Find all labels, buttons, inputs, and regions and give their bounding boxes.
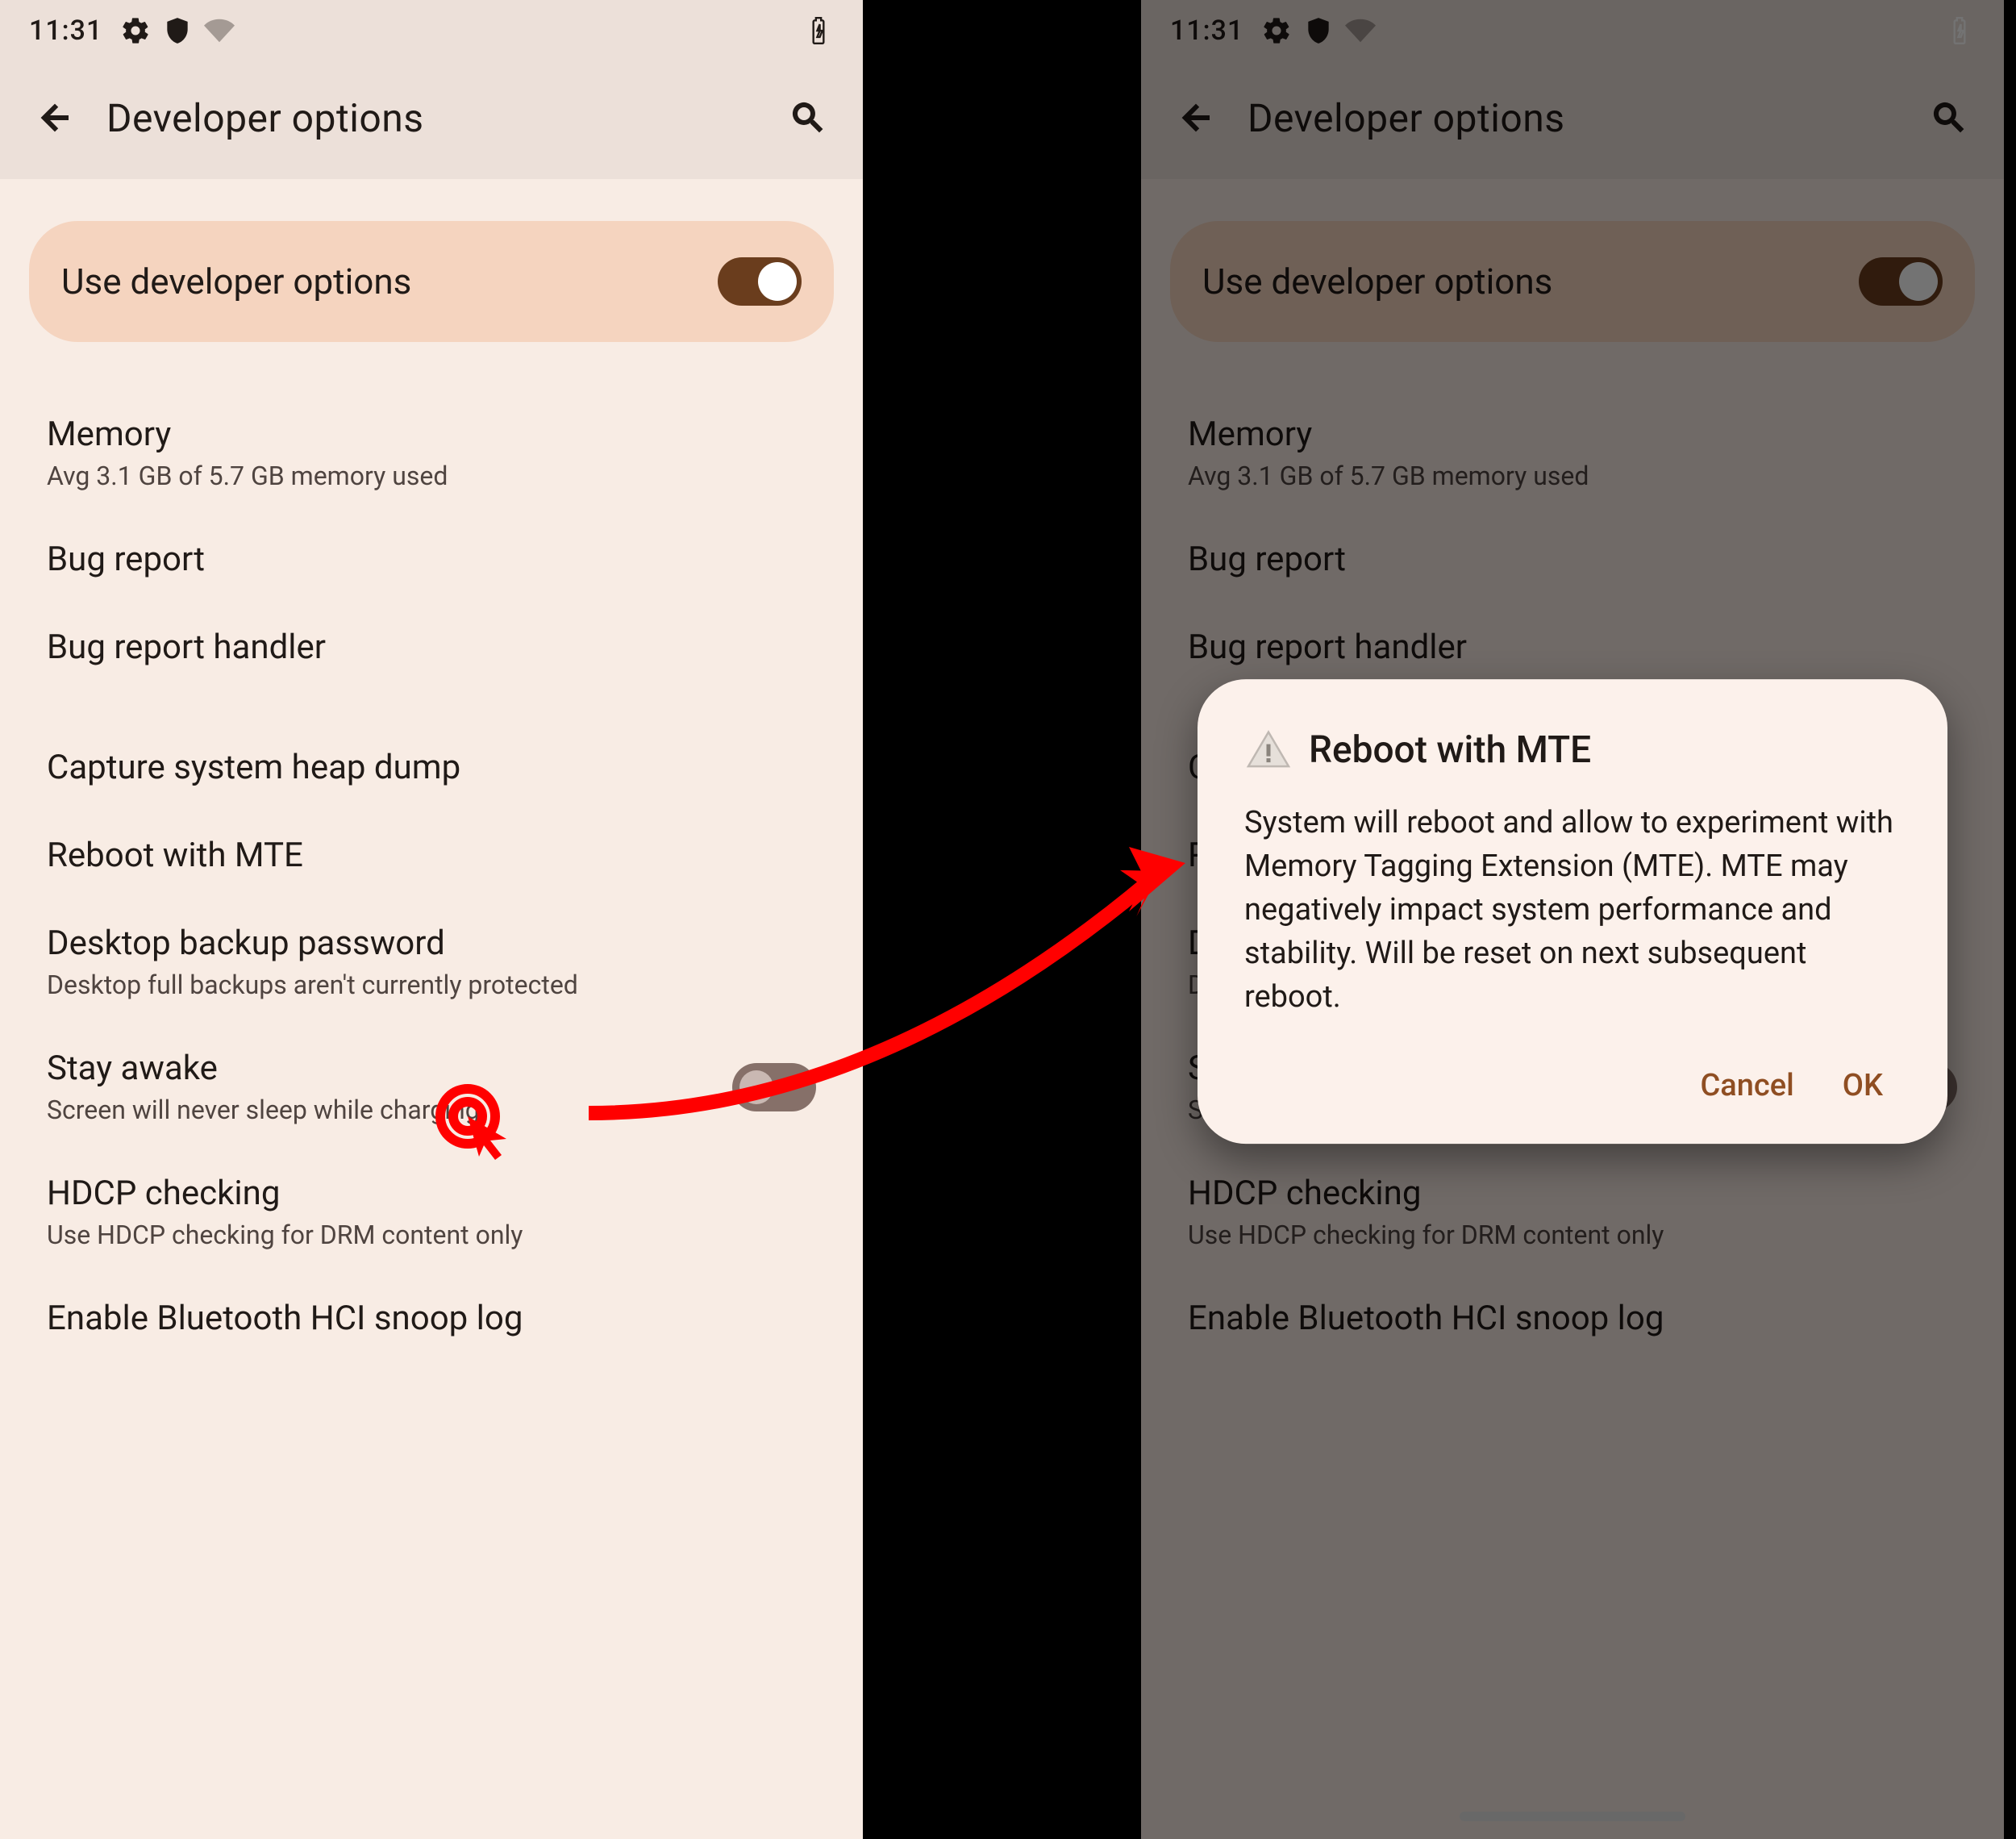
- setting-bt-snoop-title: Enable Bluetooth HCI snoop log: [47, 1299, 816, 1338]
- setting-stay-awake[interactable]: Stay awake Screen will never sleep while…: [29, 1024, 834, 1149]
- page-title: Developer options: [106, 95, 424, 141]
- dialog-cancel-button[interactable]: Cancel: [1700, 1068, 1793, 1103]
- setting-bt-snoop[interactable]: Enable Bluetooth HCI snoop log: [29, 1274, 834, 1362]
- dialog-title: Reboot with MTE: [1309, 728, 1591, 772]
- phone-after: 11:31 Dev: [1141, 0, 2004, 1839]
- search-button[interactable]: [785, 95, 831, 140]
- setting-stay-awake-sub: Screen will never sleep while charging: [47, 1095, 732, 1125]
- setting-memory-title: Memory: [47, 415, 816, 454]
- setting-heap-dump-title: Capture system heap dump: [47, 748, 816, 787]
- setting-desktop-backup-title: Desktop backup password: [47, 924, 816, 963]
- gear-icon: [120, 15, 151, 46]
- setting-bug-report-title: Bug report: [47, 540, 816, 579]
- dialog-ok-button[interactable]: OK: [1843, 1068, 1883, 1103]
- setting-bug-report-handler[interactable]: Bug report handler: [29, 603, 834, 691]
- app-bar: Developer options: [0, 56, 863, 179]
- setting-hdcp-title: HDCP checking: [47, 1174, 816, 1213]
- setting-reboot-mte-title: Reboot with MTE: [47, 836, 816, 875]
- setting-reboot-mte[interactable]: Reboot with MTE: [29, 811, 834, 899]
- wifi-question-icon: [204, 15, 235, 46]
- setting-memory-sub: Avg 3.1 GB of 5.7 GB memory used: [47, 461, 816, 491]
- setting-bug-report[interactable]: Bug report: [29, 515, 834, 603]
- status-time: 11:31: [29, 15, 102, 47]
- setting-stay-awake-title: Stay awake: [47, 1049, 732, 1088]
- setting-memory[interactable]: Memory Avg 3.1 GB of 5.7 GB memory used: [29, 390, 834, 515]
- setting-desktop-backup-sub: Desktop full backups aren't currently pr…: [47, 970, 816, 1000]
- setting-desktop-backup[interactable]: Desktop backup password Desktop full bac…: [29, 899, 834, 1024]
- use-developer-options-toggle[interactable]: Use developer options: [29, 221, 834, 342]
- setting-hdcp-sub: Use HDCP checking for DRM content only: [47, 1220, 816, 1250]
- use-developer-options-label: Use developer options: [61, 261, 718, 302]
- status-bar: 11:31: [0, 0, 863, 56]
- phone-before: 11:31 Dev: [0, 0, 863, 1839]
- back-button[interactable]: [32, 95, 77, 140]
- warning-icon: [1244, 726, 1293, 774]
- dialog-body: System will reboot and allow to experime…: [1244, 802, 1901, 1020]
- reboot-mte-dialog: Reboot with MTE System will reboot and a…: [1198, 679, 1947, 1144]
- shield-icon: [162, 15, 193, 46]
- stay-awake-switch[interactable]: [732, 1063, 816, 1111]
- click-annotation-icon: [432, 1081, 513, 1161]
- battery-icon: [803, 15, 834, 46]
- setting-heap-dump[interactable]: Capture system heap dump: [29, 724, 834, 811]
- setting-bug-report-handler-title: Bug report handler: [47, 628, 816, 667]
- setting-hdcp[interactable]: HDCP checking Use HDCP checking for DRM …: [29, 1149, 834, 1274]
- use-developer-options-switch[interactable]: [718, 257, 802, 306]
